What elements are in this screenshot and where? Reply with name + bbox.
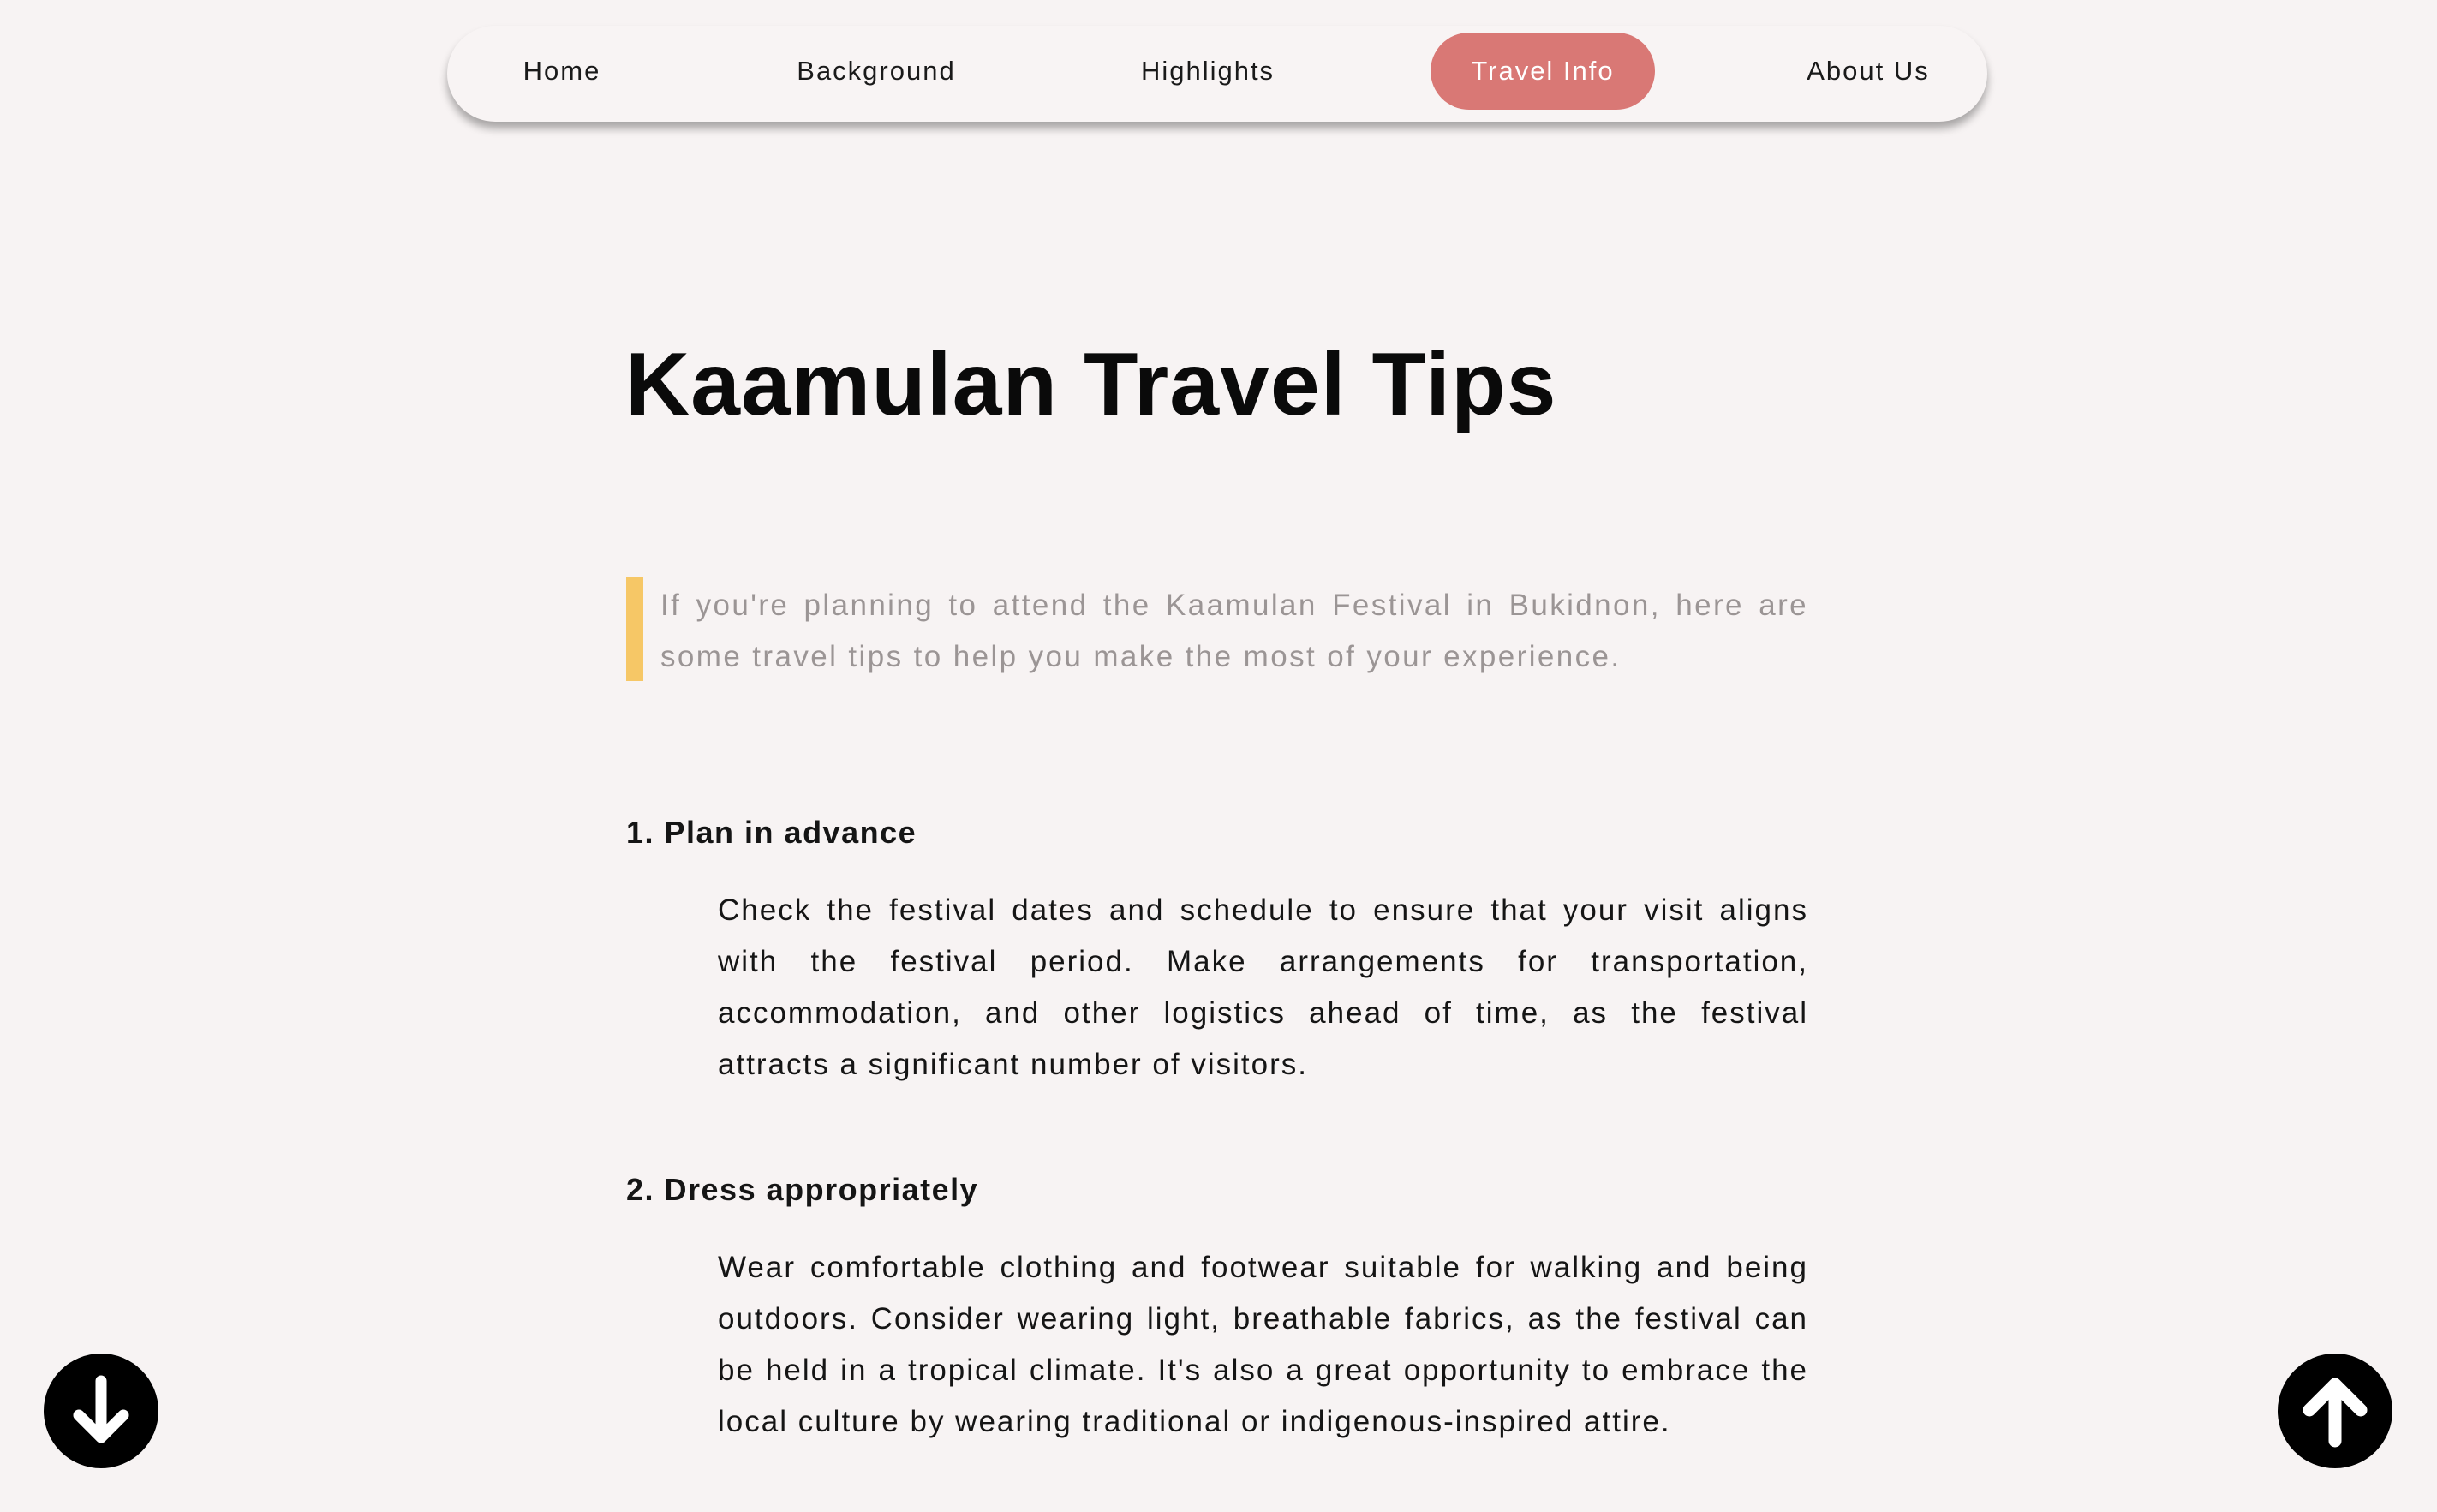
page-title: Kaamulan Travel Tips [625,335,1557,434]
intro-text: If you're planning to attend the Kaamula… [660,589,1808,673]
nav-item-about-us[interactable]: About Us [1787,33,1950,110]
intro-quote: If you're planning to attend the Kaamula… [626,577,1808,681]
nav-item-home[interactable]: Home [502,33,622,110]
tip-body-plan: Check the festival dates and schedule to… [718,893,1808,1081]
quote-accent-bar [626,577,643,681]
nav-item-background[interactable]: Background [769,33,983,110]
nav-item-highlights[interactable]: Highlights [1114,33,1302,110]
top-nav: Home Background Highlights Travel Info A… [447,26,1987,122]
tip-heading-dress: 2. Dress appropriately [626,1172,979,1207]
scroll-up-button[interactable] [2278,1354,2392,1468]
arrow-up-icon [2303,1378,2368,1448]
arrow-down-icon [73,1375,129,1443]
tip-heading-plan: 1. Plan in advance [626,815,917,850]
nav-item-travel-info[interactable]: Travel Info [1431,33,1655,110]
scroll-down-button[interactable] [44,1354,158,1468]
tip-body-dress: Wear comfortable clothing and footwear s… [718,1251,1808,1438]
